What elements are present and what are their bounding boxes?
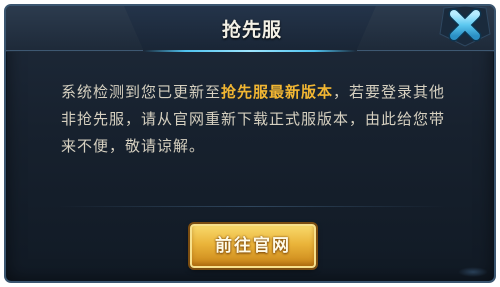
- title-divider-left: [6, 50, 143, 51]
- message-highlight: 抢先服最新版本: [221, 83, 334, 101]
- update-notice-dialog: 抢先服 系统检测到您已更新至抢先服最新版本，若要登录其他非抢先服，请从官网重新下…: [4, 4, 496, 283]
- title-divider-right: [357, 50, 494, 51]
- dialog-title: 抢先服: [221, 19, 282, 41]
- content-divider: [56, 206, 448, 207]
- title-glow-line: [143, 50, 357, 52]
- message-text-start: 系统检测到您已更新至: [61, 83, 222, 101]
- close-button[interactable]: [434, 4, 496, 48]
- go-to-official-site-button[interactable]: 前往官网: [190, 224, 316, 268]
- corner-decoration: [458, 267, 488, 277]
- close-x-icon[interactable]: [434, 4, 496, 48]
- notice-message: 系统检测到您已更新至抢先服最新版本，若要登录其他非抢先服，请从官网重新下载正式服…: [61, 79, 456, 160]
